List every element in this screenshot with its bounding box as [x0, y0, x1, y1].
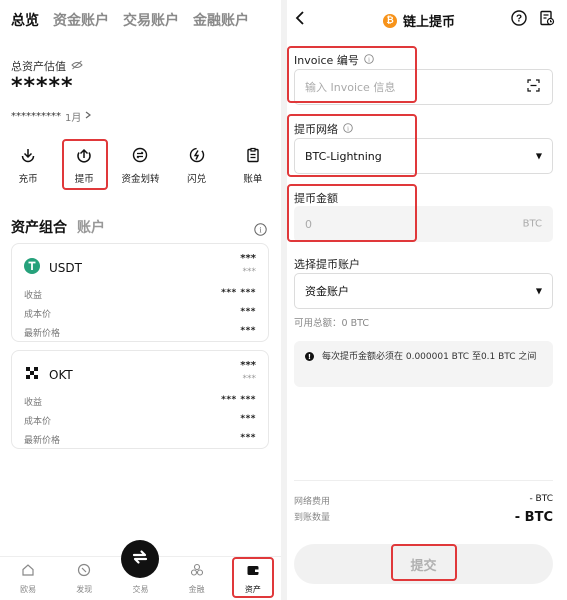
tab-finance-account[interactable]: 金融账户	[193, 10, 249, 30]
history-record-icon[interactable]	[539, 10, 555, 30]
asset-card-usdt[interactable]: USDT *** *** 收益 *** *** 成本价 *** 最新价格 ***	[11, 243, 269, 342]
flash-swap-icon	[188, 146, 206, 164]
total-asset-label: 总资产估值	[11, 58, 83, 74]
card-row: 收益 *** ***	[24, 288, 256, 301]
info-icon[interactable]: i	[364, 53, 374, 67]
scan-icon[interactable]	[527, 79, 540, 95]
network-label: 提币网络 i	[294, 121, 353, 137]
bitcoin-icon: ₿	[383, 13, 397, 28]
okt-logo-icon	[24, 365, 40, 385]
divider-line	[294, 480, 553, 481]
coin-amount-fiat: ***	[242, 374, 257, 384]
back-arrow-icon[interactable]	[295, 10, 305, 29]
tab-overview[interactable]: 总览	[11, 10, 39, 30]
assets-overview-panel: 总览 资金账户 交易账户 金融账户 总资产估值 ***** **********…	[0, 0, 281, 600]
coin-amount: ***	[240, 253, 256, 264]
network-select[interactable]: BTC-Lightning ▼	[294, 138, 553, 174]
coin-amount-fiat: ***	[242, 267, 257, 277]
bill-icon	[244, 146, 262, 164]
card-row: 成本价 ***	[24, 307, 256, 320]
network-fee-row: 网络费用 - BTC	[294, 494, 553, 507]
header: ₿ 链上提币 ?	[287, 8, 567, 32]
nav-discover[interactable]: 发现	[59, 562, 109, 595]
total-asset-value: *****	[11, 74, 74, 99]
chevron-right-icon	[85, 111, 92, 122]
flash-swap-button[interactable]: 闪兑	[169, 146, 225, 185]
account-label: 选择提币账户	[294, 258, 360, 271]
amount-limit-notice: ! 每次提币金额必须在 0.000001 BTC 至0.1 BTC 之间	[294, 341, 553, 387]
help-icon[interactable]: ?	[511, 10, 527, 30]
coin-info: USDT	[24, 258, 82, 278]
withdraw-form-panel: ₿ 链上提币 ? Invoice 编号 i 输入 Invoice 信息 提币网络…	[287, 0, 567, 600]
submit-button[interactable]: 提交	[294, 544, 553, 584]
coin-amount: ***	[240, 360, 256, 371]
svg-text:i: i	[259, 226, 262, 235]
bill-button[interactable]: 账单	[225, 146, 281, 185]
tab-accounts[interactable]: 账户	[77, 217, 105, 237]
nav-assets[interactable]: 资产	[228, 562, 278, 595]
amount-label: 提币金额	[294, 192, 338, 205]
tab-trading-account[interactable]: 交易账户	[123, 10, 179, 30]
account-select[interactable]: 资金账户 ▼	[294, 273, 553, 309]
asset-change-row[interactable]: ********** 1月	[11, 109, 92, 124]
transfer-button[interactable]: 资金划转	[112, 146, 168, 185]
asset-card-okt[interactable]: OKT *** *** 收益 *** *** 成本价 *** 最新价格 ***	[11, 350, 269, 449]
receive-amount-row: 到账数量 - BTC	[294, 510, 553, 525]
tab-portfolio[interactable]: 资产组合	[11, 217, 67, 237]
svg-text:?: ?	[516, 14, 522, 25]
deposit-button[interactable]: 充币	[0, 146, 56, 185]
invoice-label: Invoice 编号 i	[294, 52, 374, 68]
swap-arrows-icon	[130, 547, 150, 571]
deposit-icon	[19, 146, 37, 164]
info-filled-icon: !	[305, 352, 314, 361]
withdraw-button[interactable]: 提币	[56, 146, 112, 185]
portfolio-tabs: 资产组合 账户	[11, 217, 105, 237]
info-icon[interactable]: i	[343, 122, 353, 136]
available-balance: 可用总额：0 BTC	[294, 318, 369, 329]
nav-home[interactable]: 欧易	[3, 562, 53, 595]
card-row: 收益 *** ***	[24, 395, 256, 408]
amount-input[interactable]: 0 BTC	[294, 206, 553, 242]
account-tabs: 总览 资金账户 交易账户 金融账户	[11, 10, 249, 30]
card-row: 最新价格 ***	[24, 433, 256, 446]
info-icon[interactable]: i	[254, 221, 267, 240]
usdt-logo-icon	[24, 258, 40, 278]
caret-down-icon: ▼	[535, 286, 542, 296]
card-row: 最新价格 ***	[24, 326, 256, 339]
hide-balance-icon[interactable]	[71, 60, 83, 73]
home-icon	[21, 562, 35, 581]
wallet-icon	[246, 562, 260, 581]
svg-text:i: i	[347, 125, 349, 132]
page-title: ₿ 链上提币	[383, 11, 455, 30]
transfer-icon	[131, 146, 149, 164]
coin-info: OKT	[24, 365, 73, 385]
discover-icon	[77, 562, 91, 581]
finance-icon	[190, 562, 204, 581]
card-row: 成本价 ***	[24, 414, 256, 427]
nav-finance[interactable]: 金融	[172, 562, 222, 595]
caret-down-icon: ▼	[535, 151, 542, 161]
invoice-input[interactable]: 输入 Invoice 信息	[294, 69, 553, 105]
trade-fab-button[interactable]	[121, 540, 159, 578]
tab-funding-account[interactable]: 资金账户	[53, 10, 109, 30]
withdraw-icon	[75, 146, 93, 164]
svg-text:i: i	[368, 56, 370, 63]
quick-actions: 充币 提币 资金划转 闪兑 账单	[0, 146, 281, 185]
